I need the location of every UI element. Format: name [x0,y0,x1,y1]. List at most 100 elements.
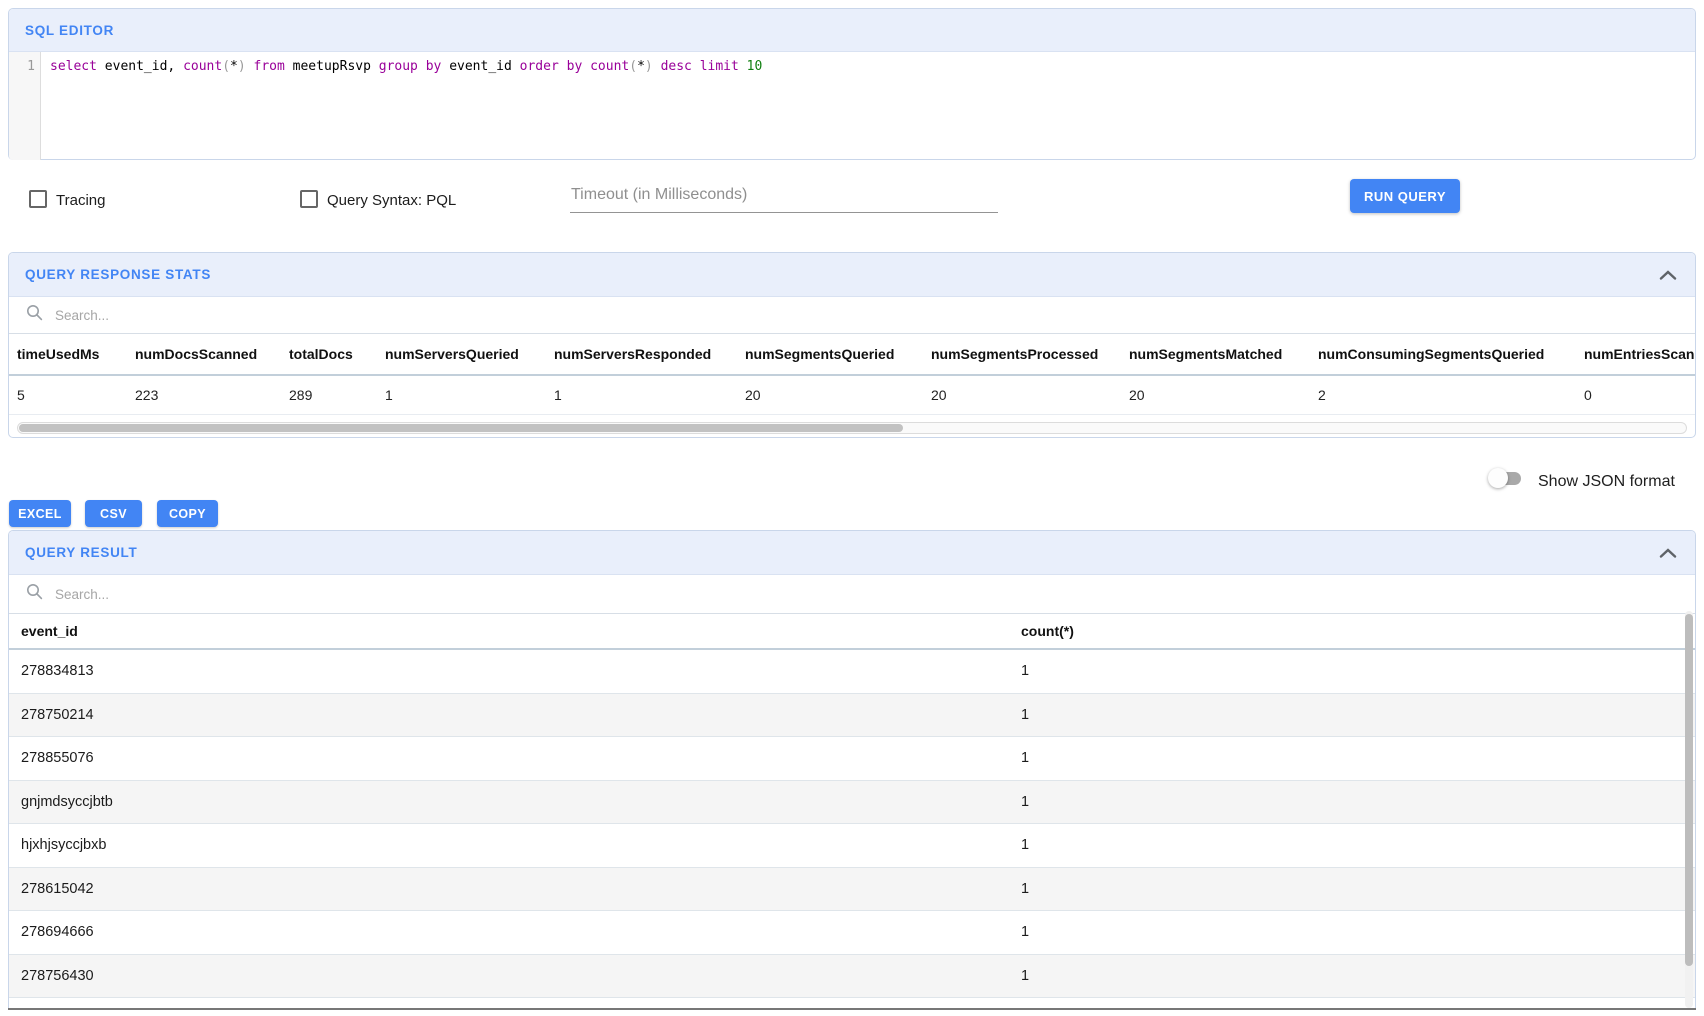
stats-column-header[interactable]: numSegmentsProcessed [931,346,1129,362]
stats-column-header[interactable]: timeUsedMs [17,346,135,362]
sql-token: ) [645,59,653,74]
result-table-bottom-edge [8,1008,1696,1010]
search-icon [26,304,43,326]
stats-search-row [9,297,1695,334]
show-json-toggle[interactable] [1488,468,1524,488]
sql-token: select [50,59,97,74]
stats-value-cell: 2 [1318,387,1584,403]
sql-token: ( [629,59,637,74]
sql-token: ) [238,59,246,74]
search-icon [26,583,43,605]
result-column-header-event-id[interactable]: event_id [21,623,78,639]
stats-table-header-row: timeUsedMsnumDocsScannedtotalDocsnumServ… [9,334,1695,376]
result-cell-event-id: 278855076 [21,750,94,766]
stats-column-header[interactable]: numServersQueried [385,346,554,362]
pinot-query-console: SQL EDITOR 1 select event_id, count(*) f… [0,0,1704,1016]
stats-column-header[interactable]: numServersResponded [554,346,745,362]
sql-token: group by [379,59,442,74]
sql-editor-header: SQL EDITOR [9,9,1695,52]
stats-value-cell: 1 [385,387,554,403]
vertical-scrollbar-thumb[interactable] [1685,614,1693,966]
show-json-toggle-label: Show JSON format [1538,473,1675,491]
editor-line-number-gutter: 1 [9,52,41,160]
stats-value-cell: 289 [289,387,385,403]
result-column-header-count[interactable]: count(*) [1021,623,1074,639]
result-row: 2787564301 [9,955,1695,999]
sql-token: meetupRsvp [285,59,379,74]
sql-token: desc [661,59,692,74]
copy-button[interactable]: COPY [157,500,218,527]
collapse-chevron-up-icon[interactable] [1659,270,1677,280]
result-cell-count: 1 [1021,968,1029,984]
result-cell-count: 1 [1021,663,1029,679]
vertical-scrollbar[interactable] [1685,611,1693,1008]
sql-token [692,59,700,74]
stats-value-cell: 1 [554,387,745,403]
stats-value-cell: 20 [1129,387,1318,403]
stats-column-header[interactable]: numSegmentsQueried [745,346,931,362]
stats-column-header[interactable]: totalDocs [289,346,385,362]
result-row: gnjmdsyccjbtb 1 [9,781,1695,825]
sql-query-text[interactable]: select event_id, count(*) from meetupRsv… [41,52,762,160]
horizontal-scrollbar[interactable] [17,422,1687,434]
stats-value-cell: 5 [17,387,135,403]
stats-column-header[interactable]: numSegmentsMatched [1129,346,1318,362]
result-cell-count: 1 [1021,837,1029,853]
result-search-input[interactable] [53,586,1695,603]
result-row: 278615042 1 [9,868,1695,912]
result-search-row [9,575,1695,614]
excel-button[interactable]: EXCEL [9,500,71,527]
result-row-partial: 2780000001 [9,998,1695,1013]
result-cell-event-id: gnjmdsyccjbtb [21,794,113,810]
result-cell-count: 1 [1021,794,1029,810]
pql-syntax-label: Query Syntax: PQL [327,192,456,209]
result-row: 278694666 1 [9,911,1695,955]
result-cell-event-id: 278694666 [21,924,94,940]
query-result-panel: QUERY RESULT event_id count(*) 278834813… [8,530,1696,1009]
query-response-stats-panel: QUERY RESPONSE STATS timeUsedMsnumDocsSc… [8,252,1696,438]
sql-token: count [590,59,629,74]
result-table-header-row: event_id count(*) [9,614,1695,650]
sql-token [582,59,590,74]
sql-token: * [230,59,238,74]
result-cell-event-id: 278834813 [21,663,94,679]
stats-column-header[interactable]: numDocsScanned [135,346,289,362]
result-table-body: 278834813127875021412788550761gnjmdsyccj… [9,650,1695,1013]
sql-token: event_id [441,59,519,74]
timeout-input[interactable] [570,186,998,213]
result-cell-count: 1 [1021,924,1029,940]
result-panel-title: QUERY RESULT [25,545,137,560]
sql-token: ( [222,59,230,74]
sql-token: count [183,59,222,74]
result-cell-count: 1 [1021,707,1029,723]
stats-table-value-row: 52232891120202020 [9,376,1695,415]
result-row: 2787502141 [9,694,1695,738]
tracing-checkbox[interactable] [29,190,47,208]
sql-token [246,59,254,74]
result-row: 278834813 1 [9,650,1695,694]
horizontal-scrollbar-thumb[interactable] [19,424,903,432]
run-query-button[interactable]: RUN QUERY [1350,179,1460,213]
sql-token: * [637,59,645,74]
collapse-chevron-up-icon[interactable] [1659,548,1677,558]
sql-token [739,59,747,74]
sql-code-editor[interactable]: 1 select event_id, count(*) from meetupR… [9,52,1695,160]
result-row: 2788550761 [9,737,1695,781]
sql-token: limit [700,59,739,74]
stats-search-input[interactable] [53,307,1695,324]
stats-value-cell: 20 [745,387,931,403]
sql-editor-title: SQL EDITOR [25,23,114,38]
result-cell-event-id: 278615042 [21,881,94,897]
pql-syntax-checkbox[interactable] [300,190,318,208]
stats-value-cell: 20 [931,387,1129,403]
toggle-thumb [1488,468,1508,488]
stats-column-header[interactable]: numConsumingSegmentsQueried [1318,346,1584,362]
stats-column-header[interactable]: numEntriesScann [1584,346,1695,362]
sql-editor-panel: SQL EDITOR 1 select event_id, count(*) f… [8,8,1696,160]
csv-button[interactable]: CSV [85,500,142,527]
result-cell-count: 1 [1021,881,1029,897]
sql-token: event_id, [97,59,183,74]
tracing-label: Tracing [56,192,105,209]
sql-token: from [254,59,285,74]
sql-token [653,59,661,74]
